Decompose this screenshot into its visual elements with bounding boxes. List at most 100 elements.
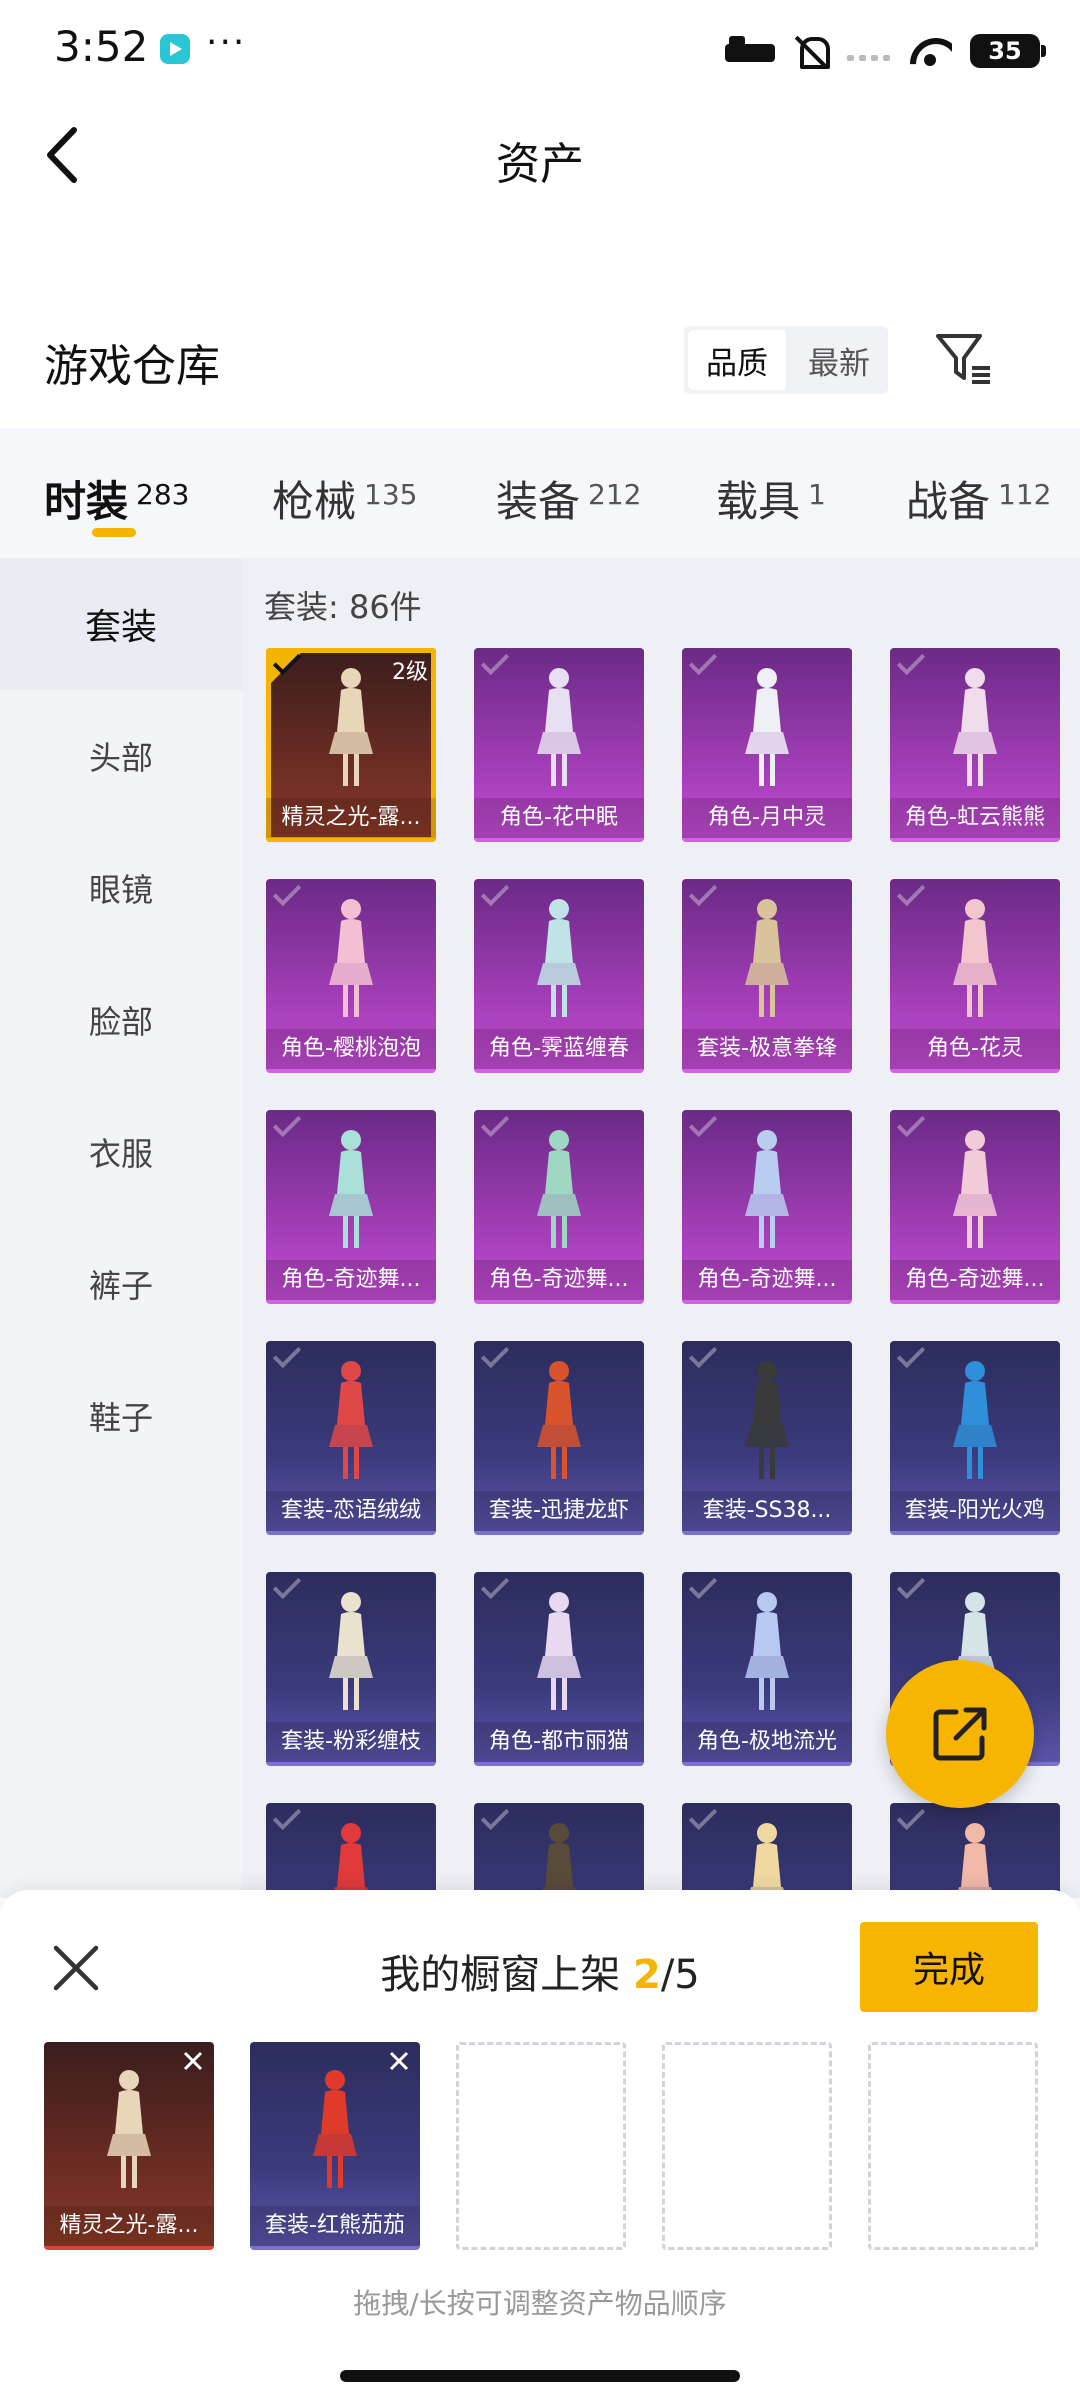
sort-quality[interactable]: 品质 <box>688 330 786 390</box>
character-figure-icon <box>329 1361 373 1479</box>
empty-showcase-slot[interactable] <box>662 2042 832 2250</box>
done-button[interactable]: 完成 <box>860 1922 1038 2012</box>
card-figure <box>682 662 852 792</box>
asset-card[interactable]: 角色-奇迹舞... <box>266 1110 436 1304</box>
card-label: 角色-花灵 <box>890 1029 1060 1069</box>
asset-card[interactable]: 角色-霁蓝缠春 <box>474 879 644 1073</box>
tab-firearms[interactable]: 枪械 135 <box>272 468 417 529</box>
asset-card[interactable]: 套装-迅捷龙虾 <box>474 1341 644 1535</box>
remove-item-button[interactable] <box>178 2046 208 2076</box>
asset-card[interactable]: 角色-花灵 <box>890 879 1060 1073</box>
card-label: 角色-都市丽猫 <box>474 1722 644 1762</box>
card-label: 角色-霁蓝缠春 <box>474 1029 644 1069</box>
reorder-hint: 拖拽/长按可调整资产物品顺序 <box>353 2287 727 2320</box>
active-tab-indicator <box>92 528 136 537</box>
asset-card[interactable]: 角色-樱桃泡泡 <box>266 879 436 1073</box>
card-label: 角色-虹云熊熊 <box>890 798 1060 838</box>
sidebar-item-glasses[interactable]: 眼镜 <box>0 822 242 954</box>
card-label: 套装-粉彩缠枝 <box>266 1722 436 1762</box>
more-notifications-icon: ··· <box>206 22 247 63</box>
home-indicator[interactable] <box>340 2370 740 2382</box>
asset-card[interactable] <box>474 1803 644 1898</box>
asset-card[interactable]: 2级 精灵之光-露... <box>266 648 436 842</box>
sidebar-item-suits[interactable]: 套装 <box>0 558 242 690</box>
sidebar-item-pants[interactable]: 裤子 <box>0 1218 242 1350</box>
card-label: 精灵之光-露... <box>266 798 436 838</box>
asset-card[interactable]: 套装-SS38... <box>682 1341 852 1535</box>
sidebar-item-head[interactable]: 头部 <box>0 690 242 822</box>
filter-button[interactable] <box>934 328 994 388</box>
sidebar: 套装 头部 眼镜 脸部 衣服 裤子 鞋子 <box>0 558 242 1898</box>
page-title: 资产 <box>496 139 584 190</box>
empty-showcase-slot[interactable] <box>456 2042 626 2250</box>
sidebar-item-clothes[interactable]: 衣服 <box>0 1086 242 1218</box>
asset-card[interactable] <box>682 1803 852 1898</box>
showcase-panel: 我的橱窗上架 2/5 完成 精灵之光-露... 套装-红熊茄茄 拖拽/长按可调整资… <box>0 1890 1080 2400</box>
asset-card[interactable] <box>266 1803 436 1898</box>
showcase-slot[interactable]: 精灵之光-露... <box>44 2042 214 2250</box>
asset-card[interactable]: 角色-奇迹舞... <box>682 1110 852 1304</box>
sidebar-item-shoes[interactable]: 鞋子 <box>0 1350 242 1482</box>
share-button[interactable] <box>886 1660 1034 1808</box>
asset-card[interactable]: 套装-恋语绒绒 <box>266 1341 436 1535</box>
card-label: 角色-奇迹舞... <box>890 1260 1060 1300</box>
asset-card[interactable] <box>890 1803 1060 1898</box>
character-figure-icon <box>537 1361 581 1479</box>
card-figure <box>890 1124 1060 1254</box>
app-notification-icon <box>160 34 190 64</box>
card-label: 套装-红熊茄茄 <box>250 2206 420 2246</box>
tab-label: 时装 <box>44 477 129 526</box>
card-figure <box>266 893 436 1023</box>
card-label: 套装-SS38... <box>682 1491 852 1531</box>
character-figure-icon <box>537 899 581 1017</box>
asset-card[interactable]: 角色-花中眠 <box>474 648 644 842</box>
character-figure-icon <box>745 1592 789 1710</box>
top-app-bar: 资产 <box>0 100 1080 210</box>
battery-icon: 35 <box>970 34 1046 68</box>
asset-card[interactable]: 角色-奇迹舞... <box>890 1110 1060 1304</box>
remove-item-button[interactable] <box>384 2046 414 2076</box>
tab-supplies[interactable]: 战备 112 <box>906 468 1051 529</box>
card-figure <box>682 893 852 1023</box>
character-figure-icon <box>107 2070 151 2188</box>
asset-card[interactable]: 套装-阳光火鸡 <box>890 1341 1060 1535</box>
tab-vehicles[interactable]: 载具 1 <box>716 468 826 529</box>
share-icon <box>933 1707 987 1761</box>
asset-card[interactable]: 角色-奇迹舞... <box>474 1110 644 1304</box>
tab-fashion[interactable]: 时装 283 <box>44 468 189 529</box>
card-figure <box>682 1586 852 1716</box>
character-figure-icon <box>329 899 373 1017</box>
character-figure-icon <box>953 899 997 1017</box>
card-figure <box>682 1817 852 1898</box>
status-icons: 35 <box>725 28 1046 74</box>
asset-card[interactable]: 角色-极地流光 <box>682 1572 852 1766</box>
card-label: 套装-迅捷龙虾 <box>474 1491 644 1531</box>
asset-card[interactable]: 角色-虹云熊熊 <box>890 648 1060 842</box>
card-figure <box>474 1124 644 1254</box>
card-figure <box>474 1817 644 1898</box>
showcase-slot[interactable]: 套装-红熊茄茄 <box>250 2042 420 2250</box>
tab-label: 载具 <box>716 477 801 526</box>
sort-latest[interactable]: 最新 <box>790 326 888 394</box>
card-figure <box>682 1355 852 1485</box>
character-figure-icon <box>313 2070 357 2188</box>
asset-card[interactable]: 套装-粉彩缠枝 <box>266 1572 436 1766</box>
tab-equipment[interactable]: 装备 212 <box>496 468 641 529</box>
card-figure <box>266 1124 436 1254</box>
character-figure-icon <box>745 1361 789 1479</box>
empty-showcase-slot[interactable] <box>868 2042 1038 2250</box>
sort-toggle: 品质 最新 <box>684 326 888 394</box>
wifi-icon <box>908 34 952 68</box>
showcase-total-count: /5 <box>660 1952 700 1998</box>
card-figure <box>474 1355 644 1485</box>
tab-label: 枪械 <box>272 477 357 526</box>
asset-card[interactable]: 角色-都市丽猫 <box>474 1572 644 1766</box>
card-label: 角色-月中灵 <box>682 798 852 838</box>
asset-card[interactable]: 角色-月中灵 <box>682 648 852 842</box>
card-label: 角色-极地流光 <box>682 1722 852 1762</box>
sidebar-item-face[interactable]: 脸部 <box>0 954 242 1086</box>
asset-card[interactable]: 套装-极意拳锋 <box>682 879 852 1073</box>
card-figure <box>266 1586 436 1716</box>
close-icon <box>389 2051 409 2071</box>
tab-label: 装备 <box>496 477 581 526</box>
